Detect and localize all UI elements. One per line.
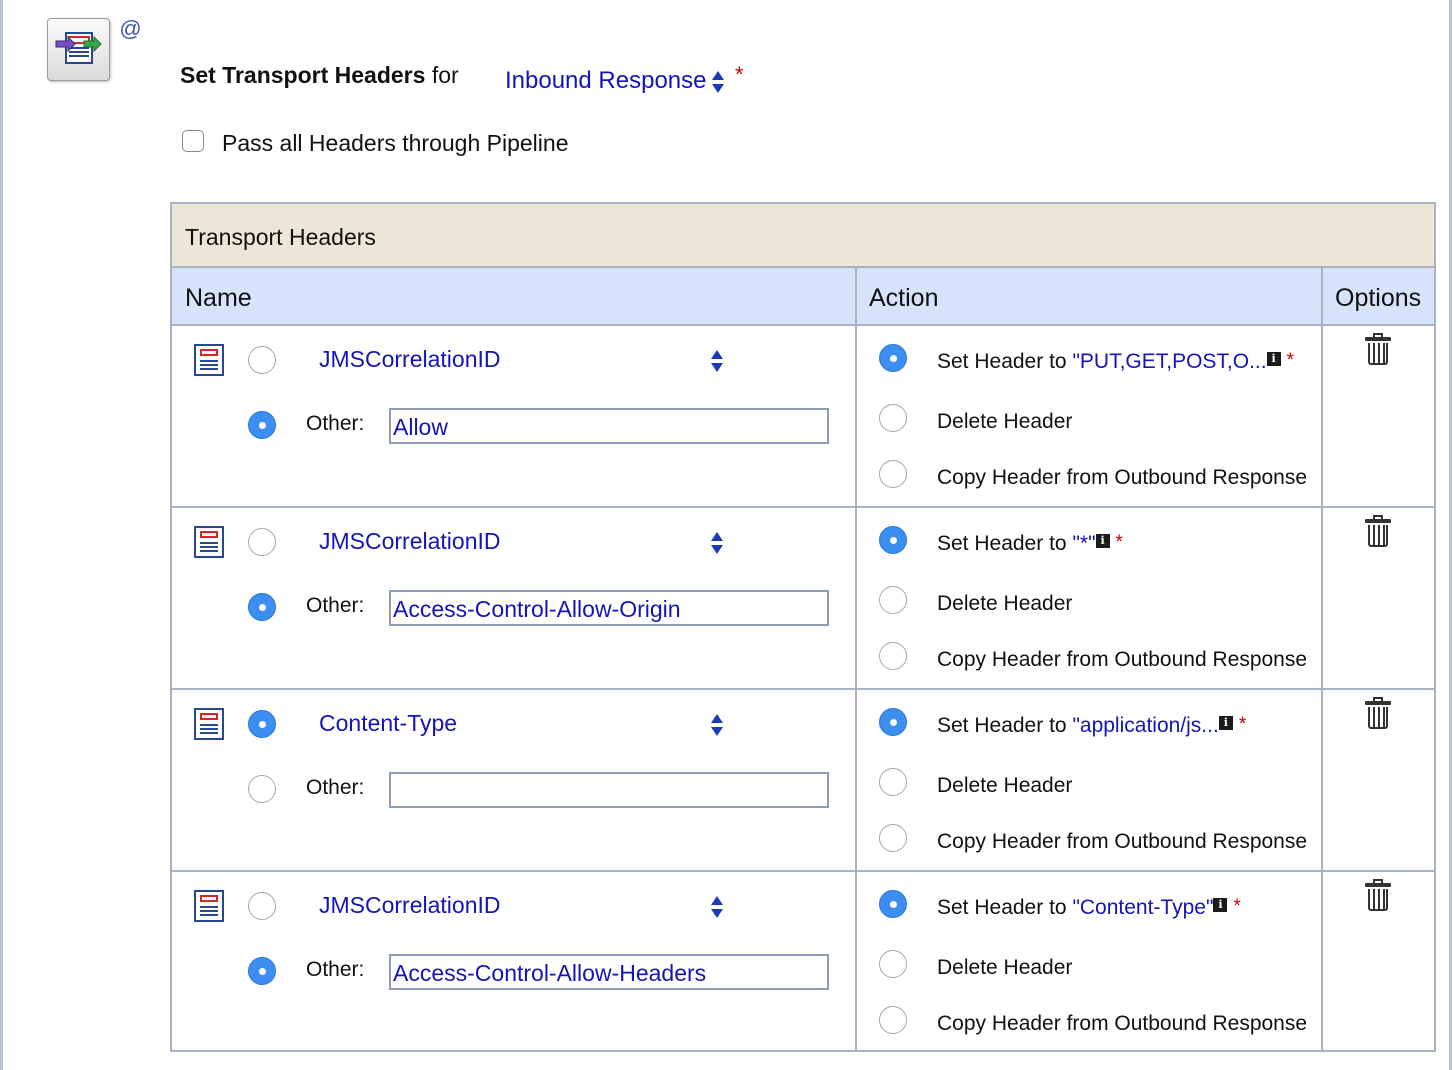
page-title: Set Transport Headers for (180, 62, 459, 89)
copy-header-label: Copy Header from Outbound Response (937, 648, 1308, 671)
copy-header-radio[interactable] (879, 460, 907, 488)
set-header-radio[interactable] (879, 890, 907, 918)
info-icon[interactable]: i (1266, 352, 1281, 366)
trash-icon[interactable] (1365, 879, 1391, 911)
delete-header-label: Delete Header (937, 410, 1073, 433)
column-header-name: Name (185, 284, 252, 312)
copy-header-radio[interactable] (879, 642, 907, 670)
set-header-label: Set Header to (937, 532, 1067, 555)
column-header-options: Options (1335, 284, 1422, 312)
header-expression-icon[interactable] (194, 890, 224, 922)
name-other-radio[interactable] (248, 411, 276, 439)
set-header-option: Set Header to "*" i * (937, 532, 1123, 556)
table-title-bar: Transport Headers (172, 204, 1434, 268)
delete-header-radio[interactable] (879, 950, 907, 978)
required-mark: * (1115, 532, 1123, 553)
direction-select[interactable]: Inbound Response (505, 67, 707, 95)
header-name-select[interactable]: JMSCorrelationID (319, 346, 501, 373)
column-header-row: Name Action Options (172, 268, 1434, 326)
other-name-input[interactable]: Access-Control-Allow-Headers (389, 954, 829, 990)
header-name-select[interactable]: JMSCorrelationID (319, 528, 501, 555)
sort-arrows-icon[interactable] (710, 530, 724, 556)
set-header-value-link[interactable]: "Content-Type" (1072, 896, 1213, 919)
delete-header-radio[interactable] (879, 404, 907, 432)
info-icon[interactable]: i (1218, 716, 1233, 730)
delete-header-label: Delete Header (937, 592, 1073, 615)
name-other-radio[interactable] (248, 957, 276, 985)
set-header-option: Set Header to "application/js... i * (937, 714, 1246, 738)
sort-arrows-icon[interactable] (710, 348, 724, 374)
other-name-input[interactable]: Allow (389, 408, 829, 444)
trash-icon[interactable] (1365, 697, 1391, 729)
sort-arrows-icon[interactable] (710, 712, 724, 738)
table-row: JMSCorrelationID Other: Access-Control-A… (172, 508, 1434, 688)
header-expression-icon[interactable] (194, 344, 224, 376)
required-mark: * (735, 62, 744, 87)
transport-headers-action-icon[interactable] (47, 18, 110, 81)
sort-arrows-icon[interactable] (711, 69, 725, 95)
sort-arrows-icon[interactable] (710, 894, 724, 920)
table-title: Transport Headers (185, 224, 376, 250)
name-list-radio[interactable] (248, 892, 276, 920)
other-label: Other: (306, 594, 365, 617)
set-header-label: Set Header to (937, 896, 1067, 919)
set-header-radio[interactable] (879, 708, 907, 736)
transport-headers-table: Transport Headers Name Action Options JM… (170, 202, 1436, 1052)
other-label: Other: (306, 776, 365, 799)
name-list-radio[interactable] (248, 710, 276, 738)
set-header-radio[interactable] (879, 526, 907, 554)
delete-header-label: Delete Header (937, 956, 1073, 979)
other-label: Other: (306, 958, 365, 981)
trash-icon[interactable] (1365, 515, 1391, 547)
copy-header-label: Copy Header from Outbound Response (937, 466, 1308, 489)
set-header-label: Set Header to (937, 350, 1067, 373)
copy-header-radio[interactable] (879, 1006, 907, 1034)
pass-all-headers-label: Pass all Headers through Pipeline (222, 130, 569, 156)
set-header-value-link[interactable]: "application/js... (1072, 714, 1218, 737)
name-list-radio[interactable] (248, 528, 276, 556)
left-frame-border (0, 0, 3, 1070)
title-bold: Set Transport Headers (180, 62, 426, 88)
info-icon[interactable]: i (1095, 534, 1110, 548)
table-row: Content-Type Other: Set Header to "appli… (172, 690, 1434, 870)
required-mark: * (1286, 350, 1295, 371)
header-expression-icon[interactable] (194, 526, 224, 558)
table-row: JMSCorrelationID Other: Access-Control-A… (172, 872, 1434, 1052)
delete-header-radio[interactable] (879, 768, 907, 796)
pass-all-headers-checkbox[interactable] (182, 130, 204, 152)
name-list-radio[interactable] (248, 346, 276, 374)
set-header-value-link[interactable]: "*" (1072, 532, 1095, 555)
set-header-option: Set Header to "Content-Type" i * (937, 896, 1241, 920)
header-expression-icon[interactable] (194, 708, 224, 740)
delete-header-radio[interactable] (879, 586, 907, 614)
set-header-radio[interactable] (879, 344, 907, 372)
title-for: for (431, 62, 459, 88)
required-mark: * (1233, 896, 1241, 917)
header-name-select[interactable]: Content-Type (319, 710, 457, 737)
info-icon[interactable]: i (1213, 898, 1228, 912)
delete-header-label: Delete Header (937, 774, 1073, 797)
name-other-radio[interactable] (248, 775, 276, 803)
table-row: JMSCorrelationID Other: Allow Set Header… (172, 326, 1434, 506)
required-mark: * (1238, 714, 1247, 735)
name-other-radio[interactable] (248, 593, 276, 621)
trash-icon[interactable] (1365, 333, 1391, 365)
other-name-input[interactable]: Access-Control-Allow-Origin (389, 590, 829, 626)
other-label: Other: (306, 412, 365, 435)
set-header-option: Set Header to "PUT,GET,POST,O... i * (937, 350, 1294, 374)
set-header-value-link[interactable]: "PUT,GET,POST,O... (1072, 350, 1266, 373)
header-name-select[interactable]: JMSCorrelationID (319, 892, 501, 919)
copy-header-radio[interactable] (879, 824, 907, 852)
copy-header-label: Copy Header from Outbound Response (937, 830, 1308, 853)
at-sign-icon: @ (119, 16, 142, 41)
set-header-label: Set Header to (937, 714, 1067, 737)
other-name-input[interactable] (389, 772, 829, 808)
copy-header-label: Copy Header from Outbound Response (937, 1012, 1308, 1035)
column-header-action: Action (869, 284, 939, 312)
